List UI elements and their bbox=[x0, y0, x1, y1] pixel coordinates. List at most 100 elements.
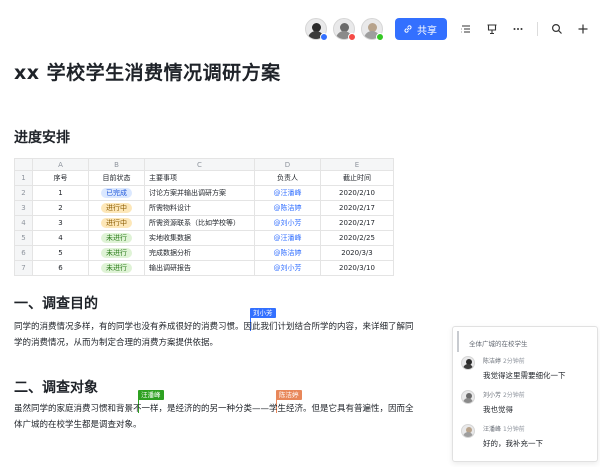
comment-time: 2分钟前 bbox=[502, 358, 525, 365]
section-paragraph[interactable]: 同学的消费情况多样，有的同学也没有养成很好的消费习惯。因此我们计划结合所学的内容… bbox=[14, 319, 414, 351]
collaborator-cursor-label: 陈洁婷 bbox=[276, 390, 302, 400]
comment-meta: 刘小芳 2分钟前 bbox=[483, 390, 597, 399]
presentation-icon[interactable] bbox=[485, 22, 499, 36]
share-button[interactable]: 共享 bbox=[395, 18, 447, 40]
row-number[interactable]: 7 bbox=[14, 260, 33, 276]
progress-heading[interactable]: 进度安排 bbox=[14, 127, 70, 147]
status-cell[interactable]: 已完成 bbox=[88, 185, 145, 201]
doc-title[interactable]: xx 学校学生消费情况调研方案 bbox=[14, 58, 281, 85]
status-badge: 已完成 bbox=[101, 188, 132, 198]
table-cell[interactable]: 所需物料设计 bbox=[144, 200, 255, 216]
table-cell[interactable]: 1 bbox=[32, 185, 89, 201]
comment-panel[interactable]: 全体广城的在校学生 陈洁婷 2分钟前 我觉得这里需要细化一下 刘小芳 2分钟前 … bbox=[452, 326, 598, 462]
sheet-corner bbox=[14, 158, 33, 171]
status-badge: 进行中 bbox=[101, 203, 132, 213]
outline-icon[interactable] bbox=[459, 22, 473, 36]
comment-text: 好的，我补充一下 bbox=[483, 439, 543, 448]
toolbar-divider bbox=[537, 22, 538, 36]
table-header-cell[interactable]: 负责人 bbox=[254, 170, 321, 186]
table-cell[interactable]: 实地收集数据 bbox=[144, 230, 255, 246]
row-number[interactable]: 3 bbox=[14, 200, 33, 216]
table-row: 5 4 未进行 实地收集数据 @汪潘峰 2020/2/25 bbox=[14, 230, 394, 246]
comment-text: 我也觉得 bbox=[483, 405, 513, 414]
collaborator-avatar[interactable] bbox=[327, 18, 356, 41]
column-letter[interactable]: C bbox=[144, 158, 255, 171]
collaborator-cursor-label: 汪潘峰 bbox=[138, 390, 164, 400]
table-cell[interactable]: 2020/2/25 bbox=[320, 230, 394, 246]
owner-mention[interactable]: @陈洁婷 bbox=[254, 245, 321, 261]
table-cell[interactable]: 2020/3/3 bbox=[320, 245, 394, 261]
row-number[interactable]: 2 bbox=[14, 185, 33, 201]
table-header-cell[interactable]: 目前状态 bbox=[88, 170, 145, 186]
column-letter[interactable]: E bbox=[320, 158, 394, 171]
table-cell[interactable]: 所需资源联系（比如学校等） bbox=[144, 215, 255, 231]
status-cell[interactable]: 进行中 bbox=[88, 200, 145, 216]
more-icon[interactable] bbox=[511, 22, 525, 36]
comment-quote: 全体广城的在校学生 bbox=[457, 331, 597, 352]
table-cell[interactable]: 4 bbox=[32, 230, 89, 246]
table-row: 2 1 已完成 讨论方案并输出调研方案 @汪潘峰 2020/2/10 bbox=[14, 185, 394, 201]
plus-icon[interactable] bbox=[576, 22, 590, 36]
comment-meta: 陈洁婷 2分钟前 bbox=[483, 356, 597, 365]
table-cell[interactable]: 完成数据分析 bbox=[144, 245, 255, 261]
comment-meta: 汪潘峰 1分钟前 bbox=[483, 424, 597, 433]
owner-mention[interactable]: @刘小芳 bbox=[254, 260, 321, 276]
table-cell[interactable]: 2 bbox=[32, 200, 89, 216]
table-cell[interactable]: 2020/3/10 bbox=[320, 260, 394, 276]
row-number[interactable]: 1 bbox=[14, 170, 33, 186]
search-icon[interactable] bbox=[550, 22, 564, 36]
status-badge: 未进行 bbox=[101, 248, 132, 258]
table-cell[interactable]: 讨论方案并输出调研方案 bbox=[144, 185, 255, 201]
table-row: 3 2 进行中 所需物料设计 @陈洁婷 2020/2/17 bbox=[14, 200, 394, 216]
collaborator-avatar[interactable] bbox=[355, 18, 384, 41]
table-cell[interactable]: 2020/2/17 bbox=[320, 200, 394, 216]
avatar bbox=[461, 424, 475, 438]
comment-time: 2分钟前 bbox=[502, 392, 525, 399]
top-toolbar: 共享 bbox=[299, 14, 590, 44]
table-cell[interactable]: 2020/2/17 bbox=[320, 215, 394, 231]
table-header-cell[interactable]: 序号 bbox=[32, 170, 89, 186]
comment-author: 刘小芳 bbox=[483, 392, 502, 399]
collaborator-avatar[interactable] bbox=[299, 18, 328, 41]
comment-item[interactable]: 陈洁婷 2分钟前 我觉得这里需要细化一下 bbox=[453, 356, 597, 390]
row-number[interactable]: 4 bbox=[14, 215, 33, 231]
comment-time: 1分钟前 bbox=[502, 426, 525, 433]
share-label: 共享 bbox=[417, 25, 437, 37]
status-badge: 未进行 bbox=[101, 233, 132, 243]
owner-mention[interactable]: @汪潘峰 bbox=[254, 185, 321, 201]
table-cell[interactable]: 6 bbox=[32, 260, 89, 276]
avatar bbox=[461, 356, 475, 370]
table-cell[interactable]: 3 bbox=[32, 215, 89, 231]
comment-item[interactable]: 刘小芳 2分钟前 我也觉得 bbox=[453, 390, 597, 424]
status-cell[interactable]: 未进行 bbox=[88, 230, 145, 246]
row-number[interactable]: 5 bbox=[14, 230, 33, 246]
table-header-cell[interactable]: 主要事项 bbox=[144, 170, 255, 186]
column-letter[interactable]: B bbox=[88, 158, 145, 171]
section-paragraph[interactable]: 虽然同学的家庭消费习惯和背景不一样，是经济的的另一种分类——学生经济。但是它具有… bbox=[14, 401, 414, 433]
progress-sheet[interactable]: A B C D E 1 序号 目前状态 主要事项 负责人 截止时间 2 1 已完… bbox=[14, 158, 394, 276]
status-cell[interactable]: 进行中 bbox=[88, 215, 145, 231]
section-heading[interactable]: 二、调查对象 bbox=[14, 377, 98, 397]
row-number[interactable]: 6 bbox=[14, 245, 33, 261]
table-header-cell[interactable]: 截止时间 bbox=[320, 170, 394, 186]
table-cell[interactable]: 5 bbox=[32, 245, 89, 261]
status-badge: 未进行 bbox=[101, 263, 132, 273]
owner-mention[interactable]: @陈洁婷 bbox=[254, 200, 321, 216]
status-cell[interactable]: 未进行 bbox=[88, 260, 145, 276]
comment-item[interactable]: 汪潘峰 1分钟前 好的，我补充一下 bbox=[453, 424, 597, 458]
column-letter[interactable]: D bbox=[254, 158, 321, 171]
section-heading[interactable]: 一、调查目的 bbox=[14, 293, 98, 313]
comment-author: 汪潘峰 bbox=[483, 426, 502, 433]
table-row: 7 6 未进行 输出调研报告 @刘小芳 2020/3/10 bbox=[14, 260, 394, 276]
avatar bbox=[461, 390, 475, 404]
table-cell[interactable]: 2020/2/10 bbox=[320, 185, 394, 201]
link-icon bbox=[404, 25, 412, 33]
owner-mention[interactable]: @刘小芳 bbox=[254, 215, 321, 231]
status-cell[interactable]: 未进行 bbox=[88, 245, 145, 261]
sheet-column-header-row: A B C D E bbox=[14, 158, 394, 171]
comment-author: 陈洁婷 bbox=[483, 358, 502, 365]
comment-text: 我觉得这里需要细化一下 bbox=[483, 371, 566, 380]
column-letter[interactable]: A bbox=[32, 158, 89, 171]
table-cell[interactable]: 输出调研报告 bbox=[144, 260, 255, 276]
owner-mention[interactable]: @汪潘峰 bbox=[254, 230, 321, 246]
